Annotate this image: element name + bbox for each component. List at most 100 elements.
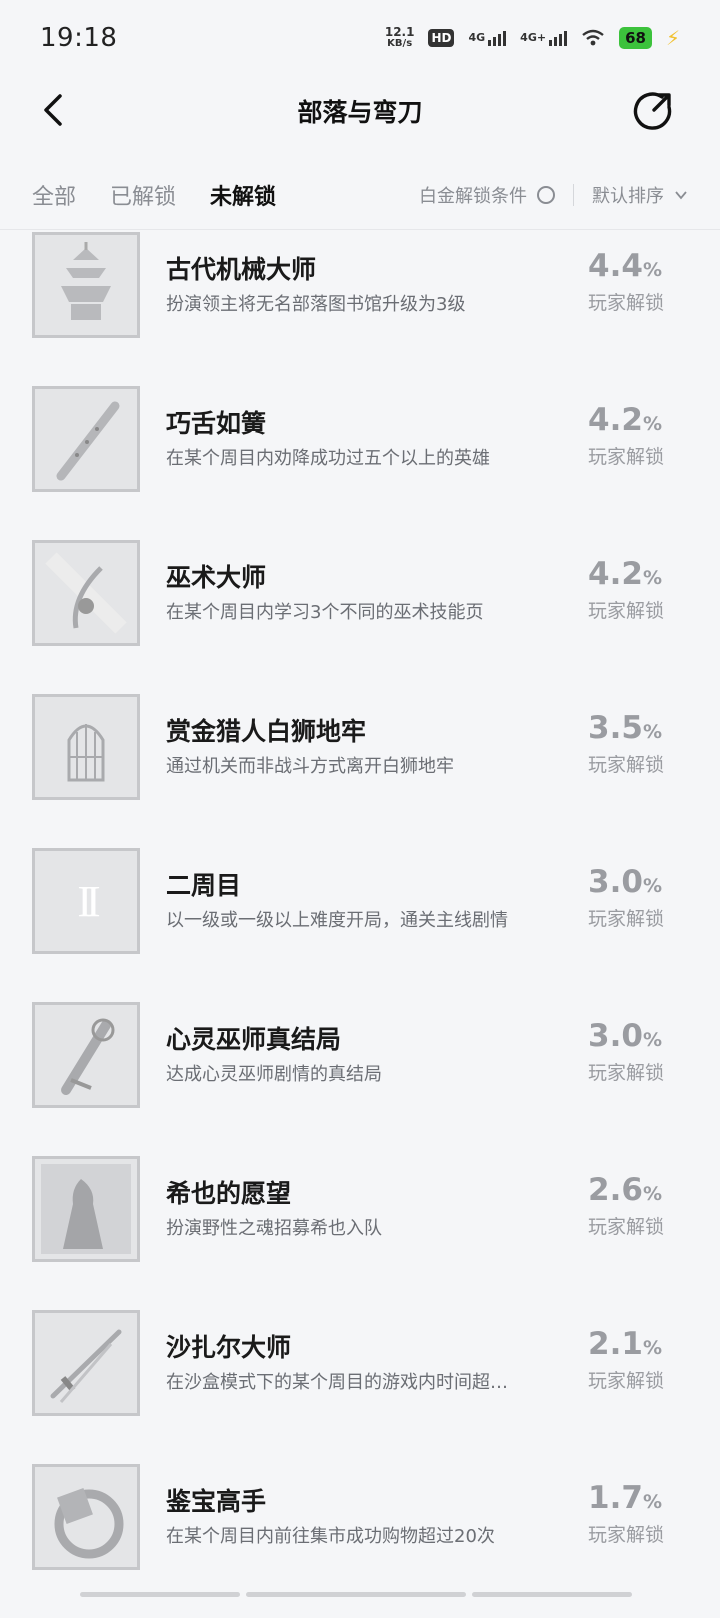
unlock-label: 玩家解锁	[587, 292, 664, 314]
percentage-unit: %	[642, 1029, 662, 1051]
signal-icon: 4G	[468, 30, 507, 46]
achievement-row[interactable]: II 二周目 以一级或一级以上难度开局，通关主线剧情 3.0% 玩家解锁	[0, 848, 720, 1002]
achievement-description: 以一级或一级以上难度开局，通关主线剧情	[166, 910, 508, 931]
achievement-title: 希也的愿望	[166, 1179, 292, 1208]
achievement-description: 扮演野性之魂招募希也入队	[166, 1218, 382, 1239]
achievement-title: 沙扎尔大师	[166, 1333, 292, 1362]
achievement-title: 心灵巫师真结局	[166, 1025, 342, 1054]
unlock-percentage: 4.2%	[588, 402, 662, 438]
sort-label: 默认排序	[592, 185, 664, 207]
percentage-value: 3.0	[588, 864, 643, 900]
status-icons: 12.1 KB/s HD 4G 4G+ 68 ⚡	[385, 26, 680, 50]
tab-unlocked[interactable]: 已解锁	[110, 179, 176, 211]
unlock-label: 玩家解锁	[587, 1216, 664, 1238]
tab-all[interactable]: 全部	[32, 179, 76, 211]
achievement-description: 达成心灵巫师剧情的真结局	[166, 1064, 382, 1085]
achievement-title: 赏金猎人白狮地牢	[166, 717, 367, 746]
percentage-value: 1.7	[588, 1480, 643, 1516]
tab-locked[interactable]: 未解锁	[210, 179, 276, 211]
achievement-description: 通过机关而非战斗方式离开白狮地牢	[166, 756, 454, 777]
home-indicator	[80, 1592, 632, 1597]
unlock-percentage: 1.7%	[588, 1480, 662, 1516]
scroll-staff-icon	[32, 1002, 140, 1108]
status-time: 19:18	[40, 23, 118, 53]
achievement-title: 巫术大师	[166, 563, 267, 592]
unlock-label: 玩家解锁	[587, 1062, 664, 1084]
charging-icon: ⚡	[665, 26, 680, 50]
achievement-description: 在沙盒模式下的某个周目的游戏内时间超…	[166, 1372, 508, 1393]
percentage-unit: %	[642, 1491, 662, 1513]
percentage-value: 4.2	[588, 402, 643, 438]
signal-icon-2: 4G+	[520, 30, 568, 46]
percentage-value: 4.2	[588, 556, 643, 592]
percentage-unit: %	[642, 875, 662, 897]
tab-bar: 全部 已解锁 未解锁 白金解锁条件 默认排序	[0, 160, 720, 230]
achievement-title: 巧舌如簧	[166, 409, 267, 438]
chevron-down-icon	[675, 190, 687, 199]
signal-label-2: 4G+	[520, 30, 547, 44]
platinum-filter-label: 白金解锁条件	[419, 185, 527, 207]
percentage-unit: %	[642, 1183, 662, 1205]
percentage-value: 4.4	[588, 248, 643, 284]
achievement-list: 古代机械大师 扮演领主将无名部落图书馆升级为3级 4.4% 玩家解锁 巧舌如簧 在某个周目…	[0, 232, 720, 1618]
header: 部落与弯刀	[0, 76, 720, 146]
pagoda-icon	[32, 232, 140, 338]
battery-icon: 68	[619, 27, 652, 49]
achievement-row[interactable]: 赏金猎人白狮地牢通过机关而非战斗方式离开白狮地牢 3.5% 玩家解锁	[0, 694, 720, 848]
page-title: 部落与弯刀	[297, 98, 423, 127]
unlock-percentage: 4.2%	[588, 556, 662, 592]
percentage-unit: %	[642, 413, 662, 435]
unlock-percentage: 3.0%	[588, 864, 662, 900]
cage-icon	[32, 694, 140, 800]
achievement-row[interactable]: 巧舌如簧在某个周目内劝降成功过五个以上的英雄 4.2% 玩家解锁	[0, 386, 720, 540]
ring-icon	[32, 1464, 140, 1570]
wifi-icon	[582, 29, 604, 46]
platinum-filter[interactable]: 白金解锁条件	[419, 182, 555, 208]
network-speed: 12.1 KB/s	[385, 26, 415, 50]
silhouette-icon	[32, 1156, 140, 1262]
signal-label: 4G	[468, 30, 486, 44]
percentage-unit: %	[642, 259, 662, 281]
achievement-row[interactable]: 巫术大师在某个周目内学习3个不同的巫术技能页 4.2% 玩家解锁	[0, 540, 720, 694]
status-bar: 19:18 12.1 KB/s HD 4G 4G+ 68 ⚡	[0, 0, 720, 76]
sorcery-icon	[32, 540, 140, 646]
unlock-percentage: 3.5%	[588, 710, 662, 746]
unlock-percentage: 4.4%	[588, 248, 662, 284]
unlock-label: 玩家解锁	[587, 446, 664, 468]
percentage-value: 2.1	[588, 1326, 643, 1362]
achievement-description: 在某个周目内学习3个不同的巫术技能页	[166, 602, 484, 623]
sort-dropdown[interactable]: 默认排序	[592, 182, 688, 208]
network-speed-unit: KB/s	[387, 38, 413, 49]
radio-icon[interactable]	[537, 185, 555, 204]
achievement-title: 古代机械大师	[166, 255, 317, 284]
hd-icon: HD	[428, 29, 455, 47]
achievement-row[interactable]: 古代机械大师扮演领主将无名部落图书馆升级为3级 4.4% 玩家解锁	[0, 232, 720, 386]
achievement-row[interactable]: 心灵巫师真结局达成心灵巫师剧情的真结局 3.0% 玩家解锁	[0, 1002, 720, 1156]
unlock-label: 玩家解锁	[587, 1370, 664, 1392]
share-icon[interactable]	[632, 90, 674, 132]
unlock-label: 玩家解锁	[587, 600, 664, 622]
achievement-description: 扮演领主将无名部落图书馆升级为3级	[166, 294, 466, 315]
percentage-unit: %	[642, 1337, 662, 1359]
unlock-label: 玩家解锁	[587, 1524, 664, 1546]
achievement-description: 在某个周目内前往集市成功购物超过20次	[166, 1526, 495, 1547]
unlock-percentage: 2.1%	[588, 1326, 662, 1362]
percentage-value: 3.0	[588, 1018, 643, 1054]
percentage-value: 3.5	[588, 710, 643, 746]
unlock-label: 玩家解锁	[587, 754, 664, 776]
achievement-title: 二周目	[166, 871, 242, 900]
achievement-row[interactable]: 沙扎尔大师在沙盒模式下的某个周目的游戏内时间超… 2.1% 玩家解锁	[0, 1310, 720, 1464]
achievement-row[interactable]: 希也的愿望扮演野性之魂招募希也入队 2.6% 玩家解锁	[0, 1156, 720, 1310]
percentage-unit: %	[642, 567, 662, 589]
filter-divider	[573, 183, 574, 206]
percentage-unit: %	[642, 721, 662, 743]
network-speed-value: 12.1	[384, 25, 415, 39]
flute-icon	[32, 386, 140, 492]
roman-two-icon: II	[32, 848, 140, 954]
back-icon[interactable]	[36, 90, 76, 130]
achievement-description: 在某个周目内劝降成功过五个以上的英雄	[166, 448, 490, 469]
achievement-title: 鉴宝高手	[166, 1487, 267, 1516]
unlock-percentage: 2.6%	[588, 1172, 662, 1208]
sword-icon	[32, 1310, 140, 1416]
unlock-percentage: 3.0%	[588, 1018, 662, 1054]
